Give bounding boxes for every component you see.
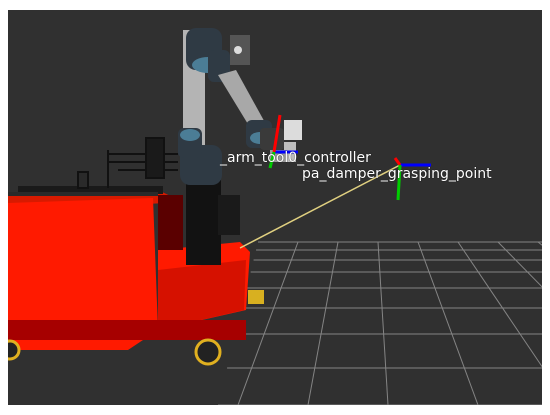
controller-frame-label: _arm_tool0_controller xyxy=(220,150,371,166)
wheel-front xyxy=(194,338,222,366)
grid-line-v xyxy=(497,241,542,288)
base-shadow xyxy=(158,260,246,330)
rviz-3d-viewport[interactable]: _arm_tool0_controller pa_damper_grasping… xyxy=(8,10,542,405)
yellow-block xyxy=(248,290,264,304)
grid-line-v xyxy=(457,241,542,368)
base-plate-edge xyxy=(8,192,158,196)
scene-canvas[interactable] xyxy=(8,10,542,405)
ground-grid xyxy=(218,241,542,405)
base-bumper xyxy=(8,320,246,340)
tool-rack xyxy=(77,137,178,189)
target-frame-label: pa_damper_grasping_point xyxy=(302,166,492,182)
grid-line-v xyxy=(307,241,339,405)
grid-line-v xyxy=(377,241,389,405)
wheel-rear xyxy=(8,339,21,361)
grid-line-v xyxy=(417,241,479,405)
base-panel xyxy=(158,195,183,250)
grid-line-v xyxy=(537,241,542,246)
